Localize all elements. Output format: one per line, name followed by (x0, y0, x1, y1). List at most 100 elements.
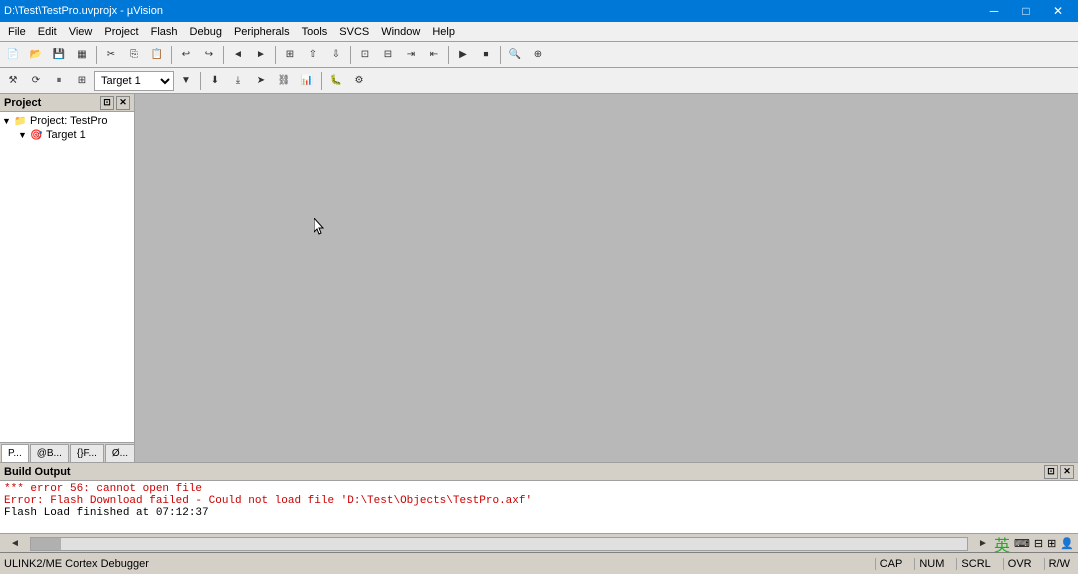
batch-build-button[interactable]: ⊞ (71, 70, 93, 92)
close-button[interactable]: ✕ (1042, 0, 1074, 22)
separator1 (96, 46, 97, 64)
proj-tab-0[interactable]: P... (1, 444, 29, 462)
cut-button[interactable]: ✂ (100, 44, 122, 66)
zoom-button[interactable]: ⊕ (527, 44, 549, 66)
ime-icon: 英 (994, 532, 1010, 556)
scrl-indicator: SCRL (956, 558, 994, 570)
keyboard-icon: ⊟ (1034, 537, 1043, 550)
project-icon: 📁 (14, 116, 30, 127)
maximize-button[interactable]: □ (1010, 0, 1042, 22)
target-expand-icon: ▼ (18, 130, 30, 140)
menu-svcs[interactable]: SVCS (333, 24, 375, 40)
separator5 (350, 46, 351, 64)
download-button[interactable]: ⬇ (204, 70, 226, 92)
new-file-button[interactable]: 📄 (2, 44, 24, 66)
debug-start-button[interactable]: 🐛 (325, 70, 347, 92)
menu-project[interactable]: Project (98, 24, 144, 40)
cap-indicator: CAP (875, 558, 907, 570)
rebuild-button[interactable]: ⟳ (25, 70, 47, 92)
build-button[interactable]: ⚒ (2, 70, 24, 92)
minimize-button[interactable]: ─ (978, 0, 1010, 22)
menu-view[interactable]: View (63, 24, 99, 40)
expand-icon: ▼ (2, 116, 14, 126)
target-icon: 🎯 (30, 130, 46, 141)
build-line-1: Error: Flash Download failed - Could not… (4, 495, 1074, 507)
build-line-0: *** error 56: cannot open file (4, 483, 1074, 495)
scroll-right-button[interactable]: ► (972, 533, 994, 555)
proj-tab-1[interactable]: @B... (30, 444, 69, 462)
project-panel: Project ⊡ ✕ ▼ 📁 Project: TestPro ▼ 🎯 Tar… (0, 94, 135, 462)
tree-target[interactable]: ▼ 🎯 Target 1 (2, 128, 132, 142)
scroll-left-button[interactable]: ◄ (4, 533, 26, 555)
stop-button[interactable]: ⏹ (475, 44, 497, 66)
open-file-button[interactable]: 📂 (25, 44, 47, 66)
prev-bookmark-button[interactable]: ⇧ (302, 44, 324, 66)
monitor-button[interactable]: 📊 (296, 70, 318, 92)
undo-button[interactable]: ↩ (175, 44, 197, 66)
separator6 (448, 46, 449, 64)
copy-button[interactable]: ⎘ (123, 44, 145, 66)
target-options-button[interactable]: ▼ (175, 70, 197, 92)
stop-build-button[interactable]: ⏸ (48, 70, 70, 92)
settings-button[interactable]: 🔍 (504, 44, 526, 66)
proj-tab-2[interactable]: {}F... (70, 444, 104, 462)
project-panel-header: Project ⊡ ✕ (0, 94, 134, 112)
panel-pin-button[interactable]: ⊡ (100, 96, 114, 110)
project-panel-title: Project (4, 97, 41, 109)
save-button[interactable]: 💾 (48, 44, 70, 66)
separator4 (275, 46, 276, 64)
menu-peripherals[interactable]: Peripherals (228, 24, 296, 40)
editor-area[interactable] (135, 94, 1078, 462)
bookmark-button[interactable]: ⊞ (279, 44, 301, 66)
menubar: File Edit View Project Flash Debug Perip… (0, 22, 1078, 42)
tray-icon1: ⊞ (1047, 537, 1056, 550)
panel-header-buttons: ⊡ ✕ (100, 96, 130, 110)
build-bottom-icons: 英 ⌨ ⊟ ⊞ 👤 (994, 532, 1074, 556)
indent-button[interactable]: ⇥ (400, 44, 422, 66)
run-button[interactable]: ▶ (452, 44, 474, 66)
menu-tools[interactable]: Tools (296, 24, 334, 40)
menu-help[interactable]: Help (426, 24, 461, 40)
titlebar-title: D:\Test\TestPro.uvprojx - µVision (4, 5, 163, 17)
debug-step-button[interactable]: ⚙ (348, 70, 370, 92)
find-button[interactable]: ⊡ (354, 44, 376, 66)
link-button[interactable]: ⛓ (273, 70, 295, 92)
paste-button[interactable]: 📋 (146, 44, 168, 66)
menu-debug[interactable]: Debug (184, 24, 228, 40)
menu-edit[interactable]: Edit (32, 24, 63, 40)
titlebar: D:\Test\TestPro.uvprojx - µVision ─ □ ✕ (0, 0, 1078, 22)
separator3 (223, 46, 224, 64)
next-bookmark-button[interactable]: ⇩ (325, 44, 347, 66)
target-label: Target 1 (46, 129, 86, 141)
target-selector[interactable]: Target 1 (94, 71, 174, 91)
download2-button[interactable]: ⤓ (227, 70, 249, 92)
nav-forward-button[interactable]: ► (250, 44, 272, 66)
scrollbar-thumb[interactable] (31, 538, 61, 550)
statusbar-right: CAP NUM SCRL OVR R/W (875, 558, 1074, 570)
target-arrow-button[interactable]: ➤ (250, 70, 272, 92)
build-content: *** error 56: cannot open file Error: Fl… (0, 481, 1078, 533)
build-header-right: ⊡ ✕ (1044, 465, 1074, 479)
redo-button[interactable]: ↪ (198, 44, 220, 66)
menu-flash[interactable]: Flash (145, 24, 184, 40)
build-pin-button[interactable]: ⊡ (1044, 465, 1058, 479)
nav-back-button[interactable]: ◄ (227, 44, 249, 66)
menu-window[interactable]: Window (375, 24, 426, 40)
debugger-status: ULINK2/ME Cortex Debugger (4, 558, 149, 570)
toolbar1: 📄 📂 💾 ▦ ✂ ⎘ 📋 ↩ ↪ ◄ ► ⊞ ⇧ ⇩ ⊡ ⊟ ⇥ ⇤ ▶ ⏹ … (0, 42, 1078, 68)
build-line-2: Flash Load finished at 07:12:37 (4, 507, 1074, 519)
proj-tab-3[interactable]: Ø... (105, 444, 135, 462)
separator2 (171, 46, 172, 64)
build-close-button[interactable]: ✕ (1060, 465, 1074, 479)
project-tree: ▼ 📁 Project: TestPro ▼ 🎯 Target 1 (0, 112, 134, 442)
menu-file[interactable]: File (2, 24, 32, 40)
num-indicator: NUM (914, 558, 948, 570)
panel-close-button[interactable]: ✕ (116, 96, 130, 110)
tray-icon2: 👤 (1060, 537, 1074, 550)
main-area: Project ⊡ ✕ ▼ 📁 Project: TestPro ▼ 🎯 Tar… (0, 94, 1078, 462)
tree-root[interactable]: ▼ 📁 Project: TestPro (2, 114, 132, 128)
build-scrollbar[interactable] (30, 537, 968, 551)
save-all-button[interactable]: ▦ (71, 44, 93, 66)
find-in-files-button[interactable]: ⊟ (377, 44, 399, 66)
outdent-button[interactable]: ⇤ (423, 44, 445, 66)
